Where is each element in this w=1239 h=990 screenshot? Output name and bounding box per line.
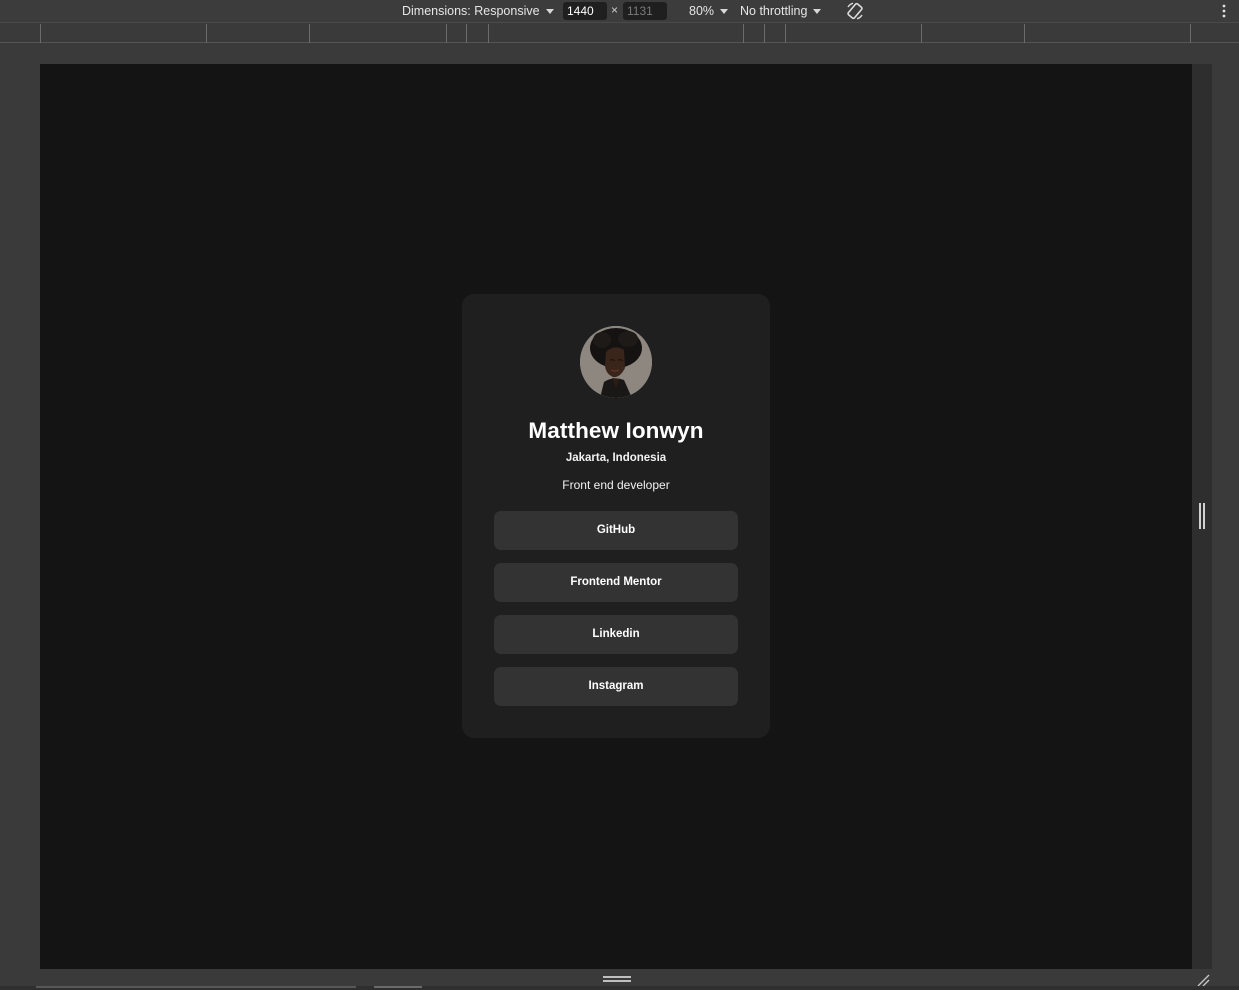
frontend-mentor-link-button[interactable]: Frontend Mentor (494, 563, 738, 602)
ruler-tick (488, 24, 489, 43)
ruler-tick (921, 24, 922, 43)
throttling-dropdown[interactable]: No throttling (740, 0, 822, 23)
device-toolbar: Dimensions: Responsive 1440 × 1131 80% N… (0, 0, 1239, 23)
ruler-tick (1024, 24, 1025, 43)
ruler-tick (785, 24, 786, 43)
bottom-drawer-strip (0, 986, 1239, 990)
instagram-link-button[interactable]: Instagram (494, 667, 738, 706)
profile-location: Jakarta, Indonesia (565, 452, 667, 464)
strip-segment (36, 986, 356, 988)
ruler-tick (764, 24, 765, 43)
avatar-portrait-icon (580, 326, 652, 398)
zoom-label: 80% (689, 4, 715, 18)
github-link-button[interactable]: GitHub (494, 511, 738, 550)
zoom-dropdown[interactable]: 80% (689, 0, 729, 23)
ruler-tick (446, 24, 447, 43)
height-input[interactable]: 1131 (623, 2, 667, 20)
avatar (580, 326, 652, 398)
ruler-tick (1190, 24, 1191, 43)
strip-segment (374, 986, 422, 988)
kebab-menu-icon[interactable] (1220, 3, 1228, 19)
caret-down-icon (813, 9, 822, 15)
emulated-viewport: Matthew Ionwyn Jakarta, Indonesia Front … (40, 64, 1192, 969)
width-input[interactable]: 1440 (563, 2, 607, 20)
profile-name: Matthew Ionwyn (528, 418, 704, 443)
ruler-tick (40, 24, 41, 43)
throttling-label: No throttling (740, 4, 808, 18)
ruler-tick (309, 24, 310, 43)
caret-down-icon (545, 9, 554, 15)
bottom-resize-handle-icon[interactable] (603, 976, 631, 984)
times-symbol: × (611, 3, 619, 17)
ruler-tick (743, 24, 744, 43)
ruler-tick (206, 24, 207, 43)
media-query-ruler[interactable] (0, 24, 1239, 43)
social-links: GitHub Frontend Mentor Linkedin Instagra… (494, 511, 738, 719)
ruler-tick (466, 24, 467, 43)
dimensions-dropdown[interactable]: Dimensions: Responsive (402, 0, 554, 23)
caret-down-icon (720, 9, 729, 15)
profile-card: Matthew Ionwyn Jakarta, Indonesia Front … (462, 294, 770, 738)
corner-resize-handle-icon[interactable] (1196, 973, 1210, 987)
profile-bio: Front end developer (562, 478, 670, 492)
rotate-icon[interactable] (845, 1, 865, 21)
dimensions-label: Dimensions: Responsive (402, 4, 540, 18)
right-resize-handle-icon[interactable] (1199, 503, 1205, 529)
linkedin-link-button[interactable]: Linkedin (494, 615, 738, 654)
